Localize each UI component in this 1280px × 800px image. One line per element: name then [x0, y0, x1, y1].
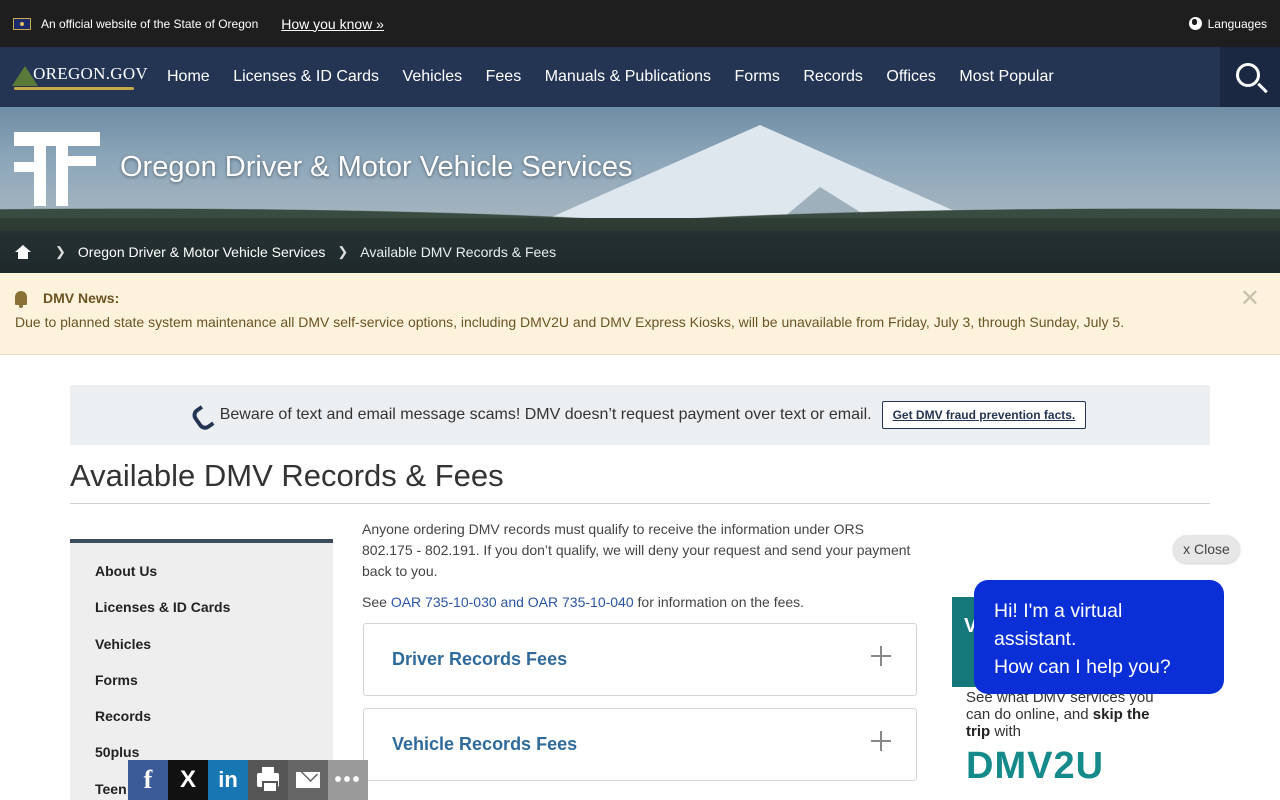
main-nav: OREGON.GOV Home Licenses & ID Cards Vehi… — [0, 47, 1280, 107]
nav-licenses-id-cards[interactable]: Licenses & ID Cards — [233, 68, 379, 86]
chevron-right-icon: ❯ — [337, 244, 349, 259]
alert-message: Due to planned state system maintenance … — [15, 314, 1125, 330]
accordion-vehicle-records-fees[interactable]: Vehicle Records Fees — [363, 708, 917, 781]
languages-button[interactable]: Languages — [1188, 16, 1267, 31]
nav-manuals-publications[interactable]: Manuals & Publications — [545, 68, 711, 86]
agency-title: Oregon Driver & Motor Vehicle Services — [120, 151, 633, 183]
nav-forms[interactable]: Forms — [735, 68, 780, 86]
oar-link[interactable]: OAR 735-10-030 and OAR 735-10-040 — [391, 594, 634, 610]
how-you-know-link[interactable]: How you know » — [281, 16, 384, 32]
dmv2u-logo: DMV2U — [966, 745, 1105, 787]
see-suffix: for information on the fees. — [633, 594, 805, 610]
fees-reference-paragraph: See OAR 735-10-030 and OAR 735-10-040 fo… — [362, 592, 917, 613]
expand-plus-icon[interactable] — [871, 646, 891, 666]
search-icon — [1236, 63, 1260, 87]
close-icon[interactable]: ✕ — [1240, 287, 1260, 311]
official-text: An official website of the State of Oreg… — [41, 16, 259, 31]
virtual-assistant-bubble[interactable]: Hi! I'm a virtual assistant. How can I h… — [974, 580, 1224, 694]
hero-banner: Oregon Driver & Motor Vehicle Services ❯… — [0, 107, 1280, 273]
scam-warning-banner: Beware of text and email message scams! … — [70, 385, 1210, 445]
printer-icon — [257, 767, 279, 793]
nav-fees[interactable]: Fees — [486, 68, 522, 86]
intro-paragraph: Anyone ordering DMV records must qualify… — [362, 521, 911, 579]
x-share-button[interactable]: X — [168, 760, 208, 800]
sidebar-item-records[interactable]: Records — [70, 708, 333, 744]
mountain-logo-icon — [12, 60, 135, 94]
accordion-driver-records-fees[interactable]: Driver Records Fees — [363, 623, 917, 696]
title-divider — [70, 503, 1210, 504]
sidebar-item-forms[interactable]: Forms — [70, 672, 333, 708]
globe-icon — [1188, 17, 1202, 30]
sidebar-item-licenses-id-cards[interactable]: Licenses & ID Cards — [70, 599, 333, 635]
print-button[interactable] — [248, 760, 288, 800]
nav-home[interactable]: Home — [167, 68, 210, 86]
oregon-gov-logo[interactable]: OREGON.GOV — [0, 47, 148, 107]
chat-close-button[interactable]: x Close — [1173, 535, 1240, 563]
chat-question: How can I help you? — [994, 656, 1171, 678]
home-icon[interactable] — [15, 245, 31, 259]
nav-most-popular[interactable]: Most Popular — [959, 68, 1053, 86]
breadcrumb-current: Available DMV Records & Fees — [360, 244, 557, 260]
search-button[interactable] — [1220, 47, 1280, 107]
oregon-flag-icon — [13, 17, 31, 30]
facebook-share-button[interactable]: f — [128, 760, 168, 800]
phone-icon — [194, 407, 208, 423]
nav-offices[interactable]: Offices — [886, 68, 936, 86]
alert-label: DMV News: — [43, 290, 120, 306]
see-prefix: See — [362, 594, 391, 610]
promo-text: See what DMV services you can do online,… — [966, 689, 1166, 740]
chat-greeting: Hi! I'm a virtual assistant. — [994, 600, 1123, 650]
accordion-label: Vehicle Records Fees — [392, 734, 578, 754]
promo-line2: with — [990, 723, 1022, 740]
envelope-icon — [296, 772, 320, 788]
languages-label: Languages — [1207, 16, 1267, 31]
sidebar-item-about-us[interactable]: About Us — [70, 563, 333, 599]
main-content: Anyone ordering DMV records must qualify… — [362, 519, 917, 623]
more-share-button[interactable]: ••• — [328, 760, 368, 800]
sidebar-item-vehicles[interactable]: Vehicles — [70, 636, 333, 672]
chevron-right-icon: ❯ — [55, 244, 66, 259]
nav-links: Home Licenses & ID Cards Vehicles Fees M… — [167, 68, 1077, 86]
dmv-logo-icon — [14, 132, 100, 208]
official-banner: An official website of the State of Oreg… — [0, 0, 1280, 47]
nav-vehicles[interactable]: Vehicles — [403, 68, 463, 86]
fraud-facts-button[interactable]: Get DMV fraud prevention facts. — [881, 401, 1087, 429]
expand-plus-icon[interactable] — [871, 731, 891, 751]
page-title: Available DMV Records & Fees — [70, 458, 504, 493]
breadcrumb: ❯ Oregon Driver & Motor Vehicle Services… — [0, 231, 1280, 273]
linkedin-share-button[interactable]: in — [208, 760, 248, 800]
nav-records[interactable]: Records — [803, 68, 863, 86]
scam-warning-text: Beware of text and email message scams! … — [219, 406, 872, 423]
email-share-button[interactable] — [288, 760, 328, 800]
bell-icon — [15, 291, 27, 308]
logo-text: OREGON.GOV — [33, 64, 148, 83]
accordion-label: Driver Records Fees — [392, 649, 568, 669]
share-bar: f X in ••• — [128, 760, 368, 800]
breadcrumb-dmv-link[interactable]: Oregon Driver & Motor Vehicle Services — [78, 244, 325, 260]
dmv-news-alert: DMV News: Due to planned state system ma… — [0, 273, 1280, 355]
